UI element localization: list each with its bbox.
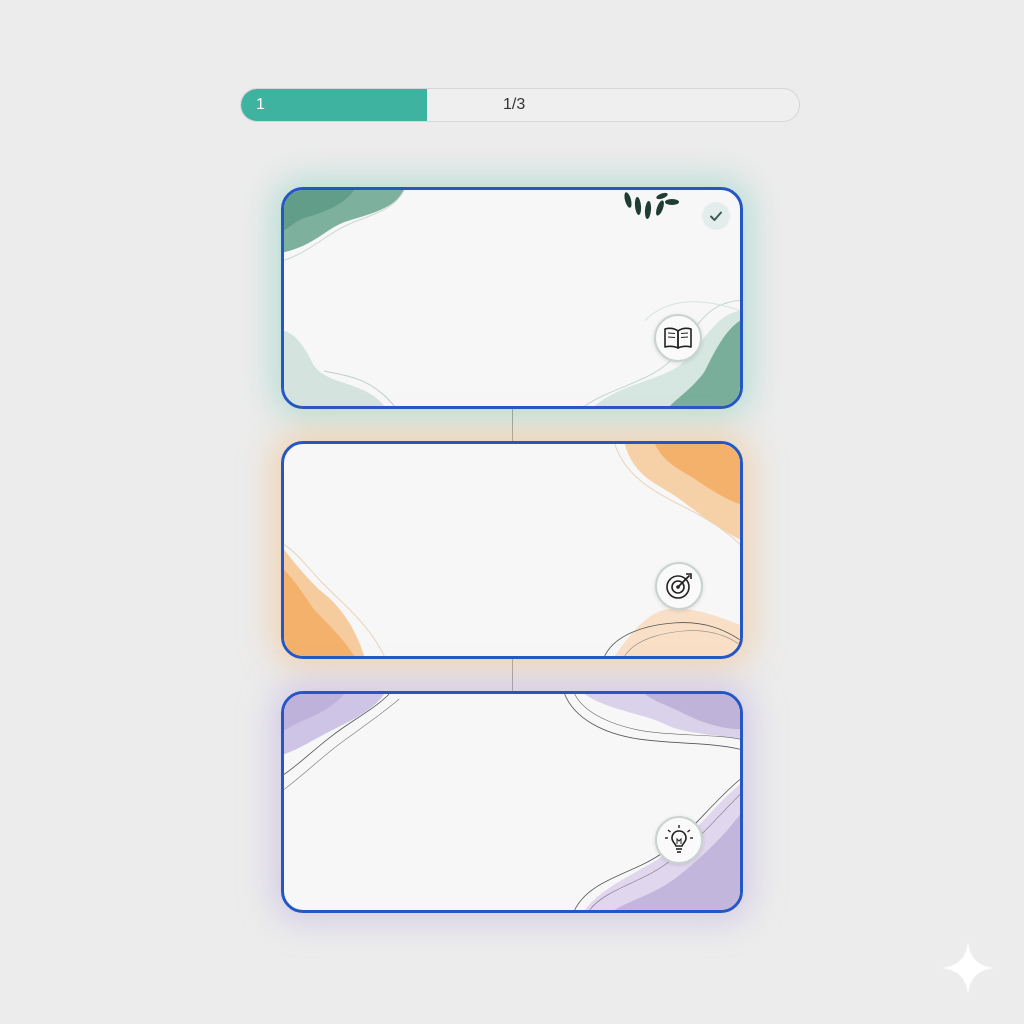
- step-card-2[interactable]: [281, 441, 743, 659]
- progress-fill: [241, 89, 427, 121]
- card-decoration: [284, 694, 740, 910]
- step-card-1[interactable]: [281, 187, 743, 409]
- leaf-sprig-icon: [624, 192, 679, 219]
- progress-step-label: 1: [256, 96, 265, 113]
- progress-count-label: 1/3: [503, 96, 526, 113]
- step-progress-bar: 1 1/3: [240, 88, 800, 122]
- step-card-3[interactable]: [281, 691, 743, 913]
- connector-line: [512, 659, 513, 691]
- open-book-icon: [654, 314, 702, 362]
- checkmark-icon: [702, 202, 730, 230]
- card-decoration: [284, 444, 740, 656]
- connector-line: [512, 409, 513, 441]
- target-dart-icon: [655, 562, 703, 610]
- lightbulb-icon: [655, 816, 703, 864]
- sparkle-icon: [942, 942, 994, 994]
